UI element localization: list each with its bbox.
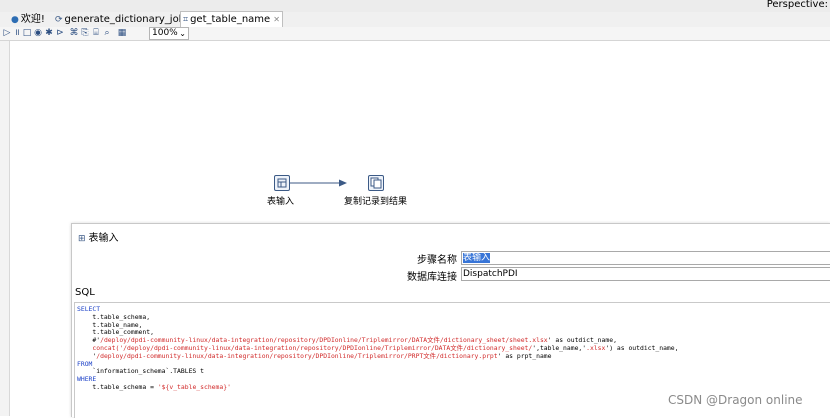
sql-token: #': [77, 336, 101, 345]
connection-value: DispatchPDI: [463, 269, 518, 279]
tab-label: generate_dictionary_job: [64, 14, 186, 25]
sql-token: /deploy/dpdi-community-linux/data-integr…: [100, 336, 548, 345]
sql-token: .xlsx: [586, 343, 606, 352]
sql-token: WHERE: [77, 375, 97, 384]
hop-connector[interactable]: [10, 41, 830, 221]
tab-label: 欢迎!: [20, 14, 45, 25]
debug-icon[interactable]: ✱: [44, 28, 54, 38]
table-input-step-label[interactable]: 表输入: [267, 194, 294, 207]
verify-icon[interactable]: ⌘: [69, 28, 79, 38]
tab-label: get_table_name: [190, 14, 271, 25]
sql-token: ': [77, 351, 97, 360]
table-input-step-icon[interactable]: [274, 175, 290, 191]
run-icon[interactable]: ▷: [2, 28, 12, 38]
sql-token: ' as prpt_name: [497, 351, 552, 360]
step-name-value: 表输入: [463, 253, 491, 263]
zoom-value: 100%: [152, 28, 178, 38]
connection-select[interactable]: DispatchPDI: [461, 267, 830, 281]
stop-icon[interactable]: □: [22, 28, 32, 38]
copy-rows-icon: [370, 177, 382, 189]
dialog-title-text: 表输入: [88, 233, 119, 244]
watermark: CSDN @Dragon online: [668, 393, 803, 407]
sql-line: '/deploy/dpdi-community-linux/data-integ…: [77, 351, 678, 361]
perspective-label[interactable]: Perspective:: [767, 0, 828, 10]
tab-get-table-name[interactable]: ⌗ get_table_name ✕: [180, 11, 283, 28]
table-input-dialog: ⊞ 表输入 步骤名称 表输入 数据库连接 DispatchPDI SQL SELE…: [71, 223, 830, 418]
sql-line: t.table_schema = '${v_table_schema}': [77, 382, 678, 392]
transformation-toolbar: ▷ ॥ □ ◉ ✱ ⊳ ⌘ ⎘ ⌸ ⌕ ▦ 100% ⌄: [0, 27, 830, 41]
sql-line: `information_schema`.TABLES t: [77, 367, 678, 376]
chevron-down-icon: ⌄: [179, 29, 186, 38]
preview-icon[interactable]: ◉: [33, 28, 43, 38]
transformation-icon: ⌗: [183, 15, 189, 25]
step-name-input[interactable]: 表输入: [461, 251, 830, 265]
sql-line: t.table_name,: [77, 320, 678, 330]
close-icon[interactable]: ✕: [273, 15, 280, 24]
sql-token: ',table_name,': [532, 343, 587, 352]
sql-token: t.table_schema,: [77, 312, 151, 321]
sql-token: concat(': [77, 343, 124, 352]
copy-rows-step-label[interactable]: 复制记录到结果: [344, 194, 407, 207]
globe-icon: ●: [11, 15, 19, 25]
zoom-select[interactable]: 100% ⌄: [149, 27, 189, 40]
editor-tab-row: ● 欢迎! ⟳ generate_dictionary_job ⌗ get_table…: [0, 11, 830, 28]
sql-token: '${v_table_schema}': [157, 382, 231, 391]
impact-icon[interactable]: ⎘: [80, 28, 90, 38]
copy-rows-step-icon[interactable]: [368, 175, 384, 191]
sql-token: `information_schema`.TABLES t: [77, 367, 204, 376]
dialog-title: ⊞ 表输入: [78, 229, 119, 244]
pause-icon[interactable]: ॥: [12, 28, 22, 38]
left-gutter: [0, 41, 10, 416]
table-input-icon: [277, 178, 287, 188]
tab-welcome[interactable]: ● 欢迎!: [11, 12, 45, 27]
replay-icon[interactable]: ⊳: [55, 28, 65, 38]
sql-token: t.table_schema =: [77, 382, 158, 391]
connection-label: 数据库连接: [407, 272, 457, 283]
explore-db-icon[interactable]: ⌕: [102, 28, 112, 38]
sql-token: ') as outdict_name,: [605, 343, 679, 352]
sql-line: t.table_schema,: [77, 312, 678, 322]
tab-generate-dictionary-job[interactable]: ⟳ generate_dictionary_job: [55, 12, 185, 27]
grid-icon[interactable]: ▦: [117, 28, 127, 38]
sql-line: SELECT: [77, 305, 678, 314]
top-bar: Perspective:: [0, 0, 830, 12]
sql-code: SELECT t.table_schema, t.table_name, t.t…: [77, 305, 679, 392]
sql-token: SELECT: [77, 305, 101, 313]
sql-token: /deploy/dpdi-community-linux/data-integr…: [96, 351, 498, 360]
sql-token: ' as outdict_name,: [547, 336, 617, 345]
job-icon: ⟳: [55, 15, 63, 25]
sql-token: t.table_name,: [77, 320, 143, 329]
sql-token: FROM: [77, 359, 93, 368]
sql-token: /deploy/dpdi-community-linux/data-integr…: [123, 343, 533, 352]
table-input-icon: ⊞: [78, 234, 86, 244]
sql-label: SQL: [75, 287, 95, 298]
step-name-label: 步骤名称: [417, 255, 457, 266]
sql-icon[interactable]: ⌸: [91, 28, 101, 38]
